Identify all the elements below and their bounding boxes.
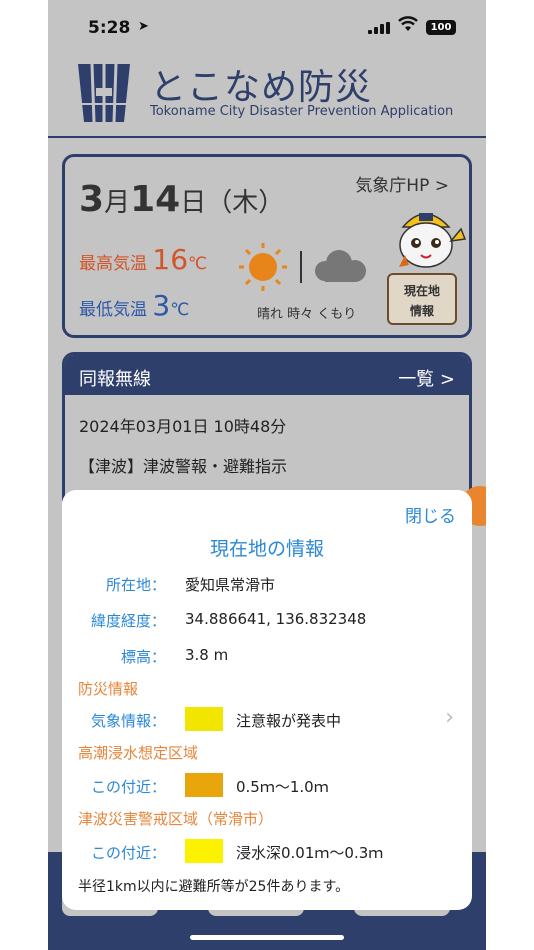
app-header: とこなめ防災 Tokoname City Disaster Prevention…: [48, 56, 486, 138]
broadcast-title: 同報無線: [79, 369, 151, 390]
tsunami-swatch: [185, 839, 223, 863]
status-time: 5:28: [88, 18, 131, 38]
broadcast-list-link[interactable]: 一覧 >: [398, 365, 455, 391]
address-label: 所在地：: [105, 576, 166, 594]
weather-date: 3月14日（木）: [79, 179, 284, 220]
here-button-line2: 情報: [409, 304, 434, 318]
date-day-suffix: 日: [180, 188, 207, 218]
weather-card: 3月14日（木） 気象庁HP > 最高気温 16℃ 最低気温 3℃ 晴れ 時々 …: [62, 154, 472, 338]
coordinates-label: 緯度経度：: [90, 612, 166, 630]
app-title: とこなめ防災: [150, 67, 373, 108]
status-bar: 5:28 ➤ 100: [48, 0, 486, 56]
section-storm-surge: 高潮浸水想定区域: [78, 744, 199, 762]
high-temperature: 最高気温 16℃: [79, 243, 207, 276]
wifi-icon: [398, 16, 418, 36]
chevron-right-icon: ›: [445, 705, 454, 730]
date-month-suffix: 月: [104, 188, 131, 218]
current-location-button[interactable]: 現在地 情報: [387, 273, 457, 325]
date-day: 14: [130, 179, 181, 220]
close-button[interactable]: 閉じる: [405, 502, 456, 527]
high-temp-unit: ℃: [188, 254, 208, 274]
weather-info-label: 気象情報：: [90, 712, 166, 730]
cellular-signal-icon: [368, 22, 390, 34]
broadcast-header: 同報無線 一覧 >: [65, 355, 469, 395]
low-temperature: 最低気温 3℃: [79, 289, 189, 322]
broadcast-card: 同報無線 一覧 > 2024年03月01日 10時48分 【津波】津波警報・避難…: [62, 352, 472, 512]
jma-homepage-link[interactable]: 気象庁HP >: [355, 171, 449, 196]
phone-screen: 5:28 ➤ 100 とこなめ防災 Tokoname City Disaster…: [48, 0, 486, 950]
shelter-count-note: 半径1km以内に避難所等が25件あります。: [78, 879, 350, 895]
date-month: 3: [79, 179, 105, 220]
section-tsunami: 津波災害警戒区域（常滑市）: [78, 810, 274, 828]
address-value: 愛知県常滑市: [185, 576, 276, 594]
broadcast-message[interactable]: 【津波】津波警報・避難指示: [79, 453, 287, 477]
weather-info-swatch: [185, 707, 223, 731]
tsunami-label: この付近：: [90, 844, 166, 862]
mascot-cat-icon: [385, 205, 471, 283]
low-temp-unit: ℃: [170, 300, 190, 320]
section-disaster-info: 防災情報: [78, 680, 139, 698]
home-indicator[interactable]: [190, 935, 344, 940]
weather-condition: 晴れ 時々 くもり: [257, 307, 357, 322]
app-logo-icon: [76, 60, 132, 128]
weather-info-value: 注意報が発表中: [236, 712, 342, 730]
weather-icons: [235, 239, 375, 303]
tsunami-value: 浸水深0.01ｍ～0.3ｍ: [236, 844, 384, 862]
location-arrow-icon: ➤: [138, 19, 149, 34]
coordinates-value: 34.886641, 136.832348: [185, 610, 367, 628]
elevation-label: 標高：: [120, 648, 166, 666]
storm-surge-swatch: [185, 773, 223, 797]
here-button-line1: 現在地: [403, 284, 440, 298]
date-weekday: （木）: [206, 188, 285, 218]
high-temp-value: 16: [152, 243, 189, 276]
battery-icon: 100: [426, 20, 456, 35]
app-subtitle: Tokoname City Disaster Prevention Applic…: [150, 104, 454, 119]
low-temp-label: 最低気温: [79, 300, 147, 320]
elevation-value: 3.8 m: [185, 646, 229, 664]
high-temp-label: 最高気温: [79, 254, 147, 274]
storm-surge-label: この付近：: [90, 778, 166, 796]
sun-icon: [239, 243, 287, 291]
low-temp-value: 3: [152, 289, 171, 322]
broadcast-date: 2024年03月01日 10時48分: [79, 417, 287, 436]
storm-surge-value: 0.5ｍ～1.0ｍ: [236, 778, 329, 796]
cloud-icon: [315, 250, 366, 282]
popup-title: 現在地の情報: [209, 538, 324, 560]
current-location-popup: 閉じる 現在地の情報 所在地： 愛知県常滑市 緯度経度： 34.886641, …: [62, 490, 472, 910]
